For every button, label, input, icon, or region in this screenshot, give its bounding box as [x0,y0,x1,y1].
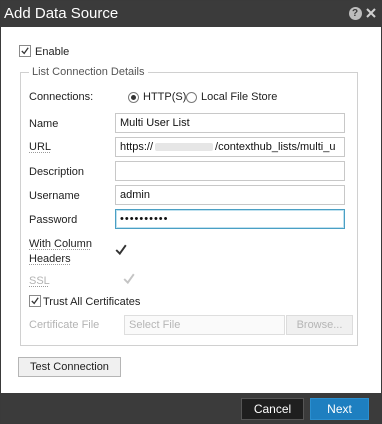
username-field[interactable]: admin [115,185,345,205]
dialog-footer: Cancel Next [1,393,381,423]
password-label: Password [29,214,78,226]
name-field[interactable]: Multi User List [115,113,345,133]
ssl-checkbox[interactable] [123,273,135,285]
url-redacted-host [155,143,214,152]
with-column-headers-label-line2: Headers [29,253,71,265]
radio-https-label: HTTP(S) [143,91,187,103]
username-label: Username [29,190,80,202]
url-prefix: https:// [120,141,154,153]
enable-label: Enable [35,46,70,58]
radio-local-file-store[interactable] [186,92,197,103]
test-connection-button[interactable]: Test Connection [18,357,121,377]
next-button[interactable]: Next [310,398,369,420]
radio-https[interactable] [128,92,139,103]
certificate-file-input[interactable]: Select File [124,315,285,335]
description-field[interactable] [115,161,345,181]
with-column-headers-label-line1: With Column [29,238,92,250]
connections-label: Connections: [29,91,94,103]
description-label: Description [29,166,85,178]
ssl-label: SSL [29,275,50,287]
checkmark-icon [31,297,39,305]
with-column-headers-checkbox[interactable] [115,244,127,256]
password-value: •••••••••• [120,213,169,225]
help-icon[interactable]: ? [348,6,362,20]
close-icon[interactable] [364,6,378,20]
url-suffix: /contexthub_lists/multi_u [215,141,336,153]
checkmark-icon [21,47,29,55]
password-field[interactable]: •••••••••• [115,209,345,229]
cancel-button[interactable]: Cancel [241,398,304,420]
trust-all-certificates-checkbox[interactable] [29,295,41,307]
browse-button[interactable]: Browse... [286,315,353,335]
radio-local-file-store-label: Local File Store [201,91,278,103]
fieldset-legend: List Connection Details [29,66,148,78]
trust-all-certificates-label: Trust All Certificates [43,296,141,308]
name-label: Name [29,118,59,130]
checkmark-icon [123,273,135,285]
title-bar: Add Data Source ? [1,1,381,27]
enable-checkbox[interactable] [19,45,31,57]
add-data-source-dialog: Add Data Source ? Enable List Connection… [0,0,382,424]
url-field[interactable]: https:// /contexthub_lists/multi_u [115,137,345,157]
checkmark-icon [115,244,127,256]
dialog-title: Add Data Source [4,5,119,22]
certificate-file-label: Certificate File [29,319,100,331]
url-label: URL [29,141,52,153]
